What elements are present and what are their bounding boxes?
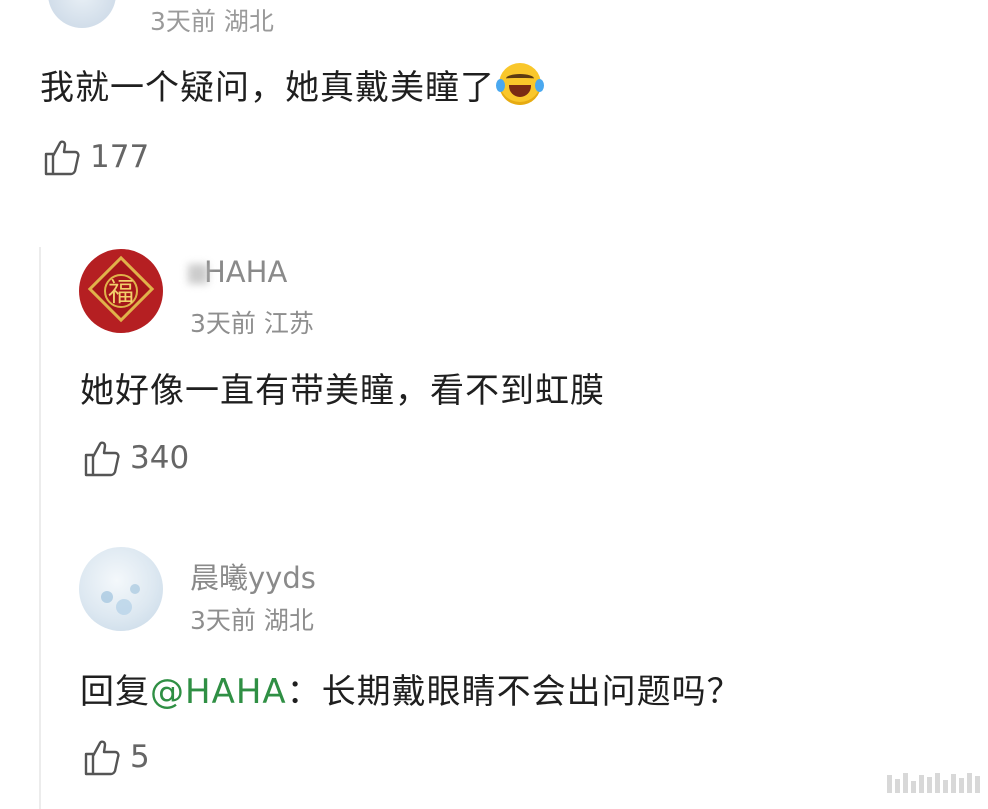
flower-icon xyxy=(101,584,140,615)
username-text: HAHA xyxy=(204,255,288,289)
thread-line xyxy=(39,247,41,809)
reply-prefix: 回复 xyxy=(80,672,150,712)
like-count: 5 xyxy=(130,739,150,775)
avatar[interactable] xyxy=(79,547,163,631)
username[interactable]: 晨曦yyds xyxy=(190,555,316,597)
comment-meta: 3天前 江苏 xyxy=(190,309,314,338)
comment-text-content: 我就一个疑问，她真戴美瞳了 xyxy=(40,68,495,108)
like-count: 177 xyxy=(90,139,150,175)
username[interactable]: HAHA xyxy=(188,255,287,289)
like-button[interactable]: 177 xyxy=(42,137,149,177)
like-button[interactable]: 340 xyxy=(82,438,189,478)
fu-character-icon: 福 xyxy=(87,255,155,323)
thumbs-up-icon xyxy=(84,740,120,776)
thumbs-up-icon xyxy=(84,441,120,477)
comment-meta: 3天前 湖北 xyxy=(190,606,314,635)
thumbs-up-icon xyxy=(44,140,80,176)
comment-text: 我就一个疑问，她真戴美瞳了 xyxy=(40,60,544,109)
like-count: 340 xyxy=(130,440,190,476)
mention-link[interactable]: @HAHA xyxy=(150,672,287,712)
svg-text:福: 福 xyxy=(108,278,134,308)
comment-meta: 3天前 湖北 xyxy=(150,7,274,36)
comment-text: 她好像一直有带美瞳，看不到虹膜 xyxy=(80,371,605,411)
avatar[interactable]: 福 xyxy=(79,249,163,333)
watermark xyxy=(887,773,980,793)
laughing-tears-emoji xyxy=(496,63,544,105)
comment-text: 回复@HAHA：长期戴眼睛不会出问题吗？ xyxy=(80,664,742,713)
avatar[interactable] xyxy=(48,0,116,28)
like-button[interactable]: 5 xyxy=(82,737,150,777)
reply-text: ：长期戴眼睛不会出问题吗？ xyxy=(286,672,742,712)
